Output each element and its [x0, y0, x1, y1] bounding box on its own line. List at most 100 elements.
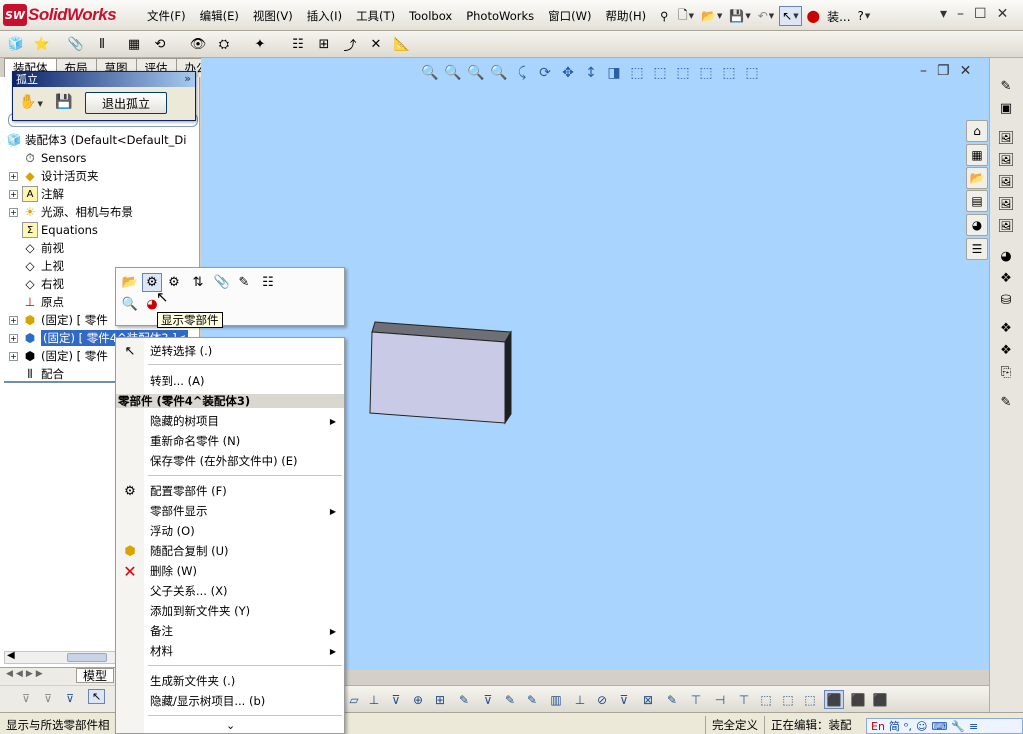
- menu-save-part[interactable]: 保存零件 (在外部文件中) (E): [116, 451, 344, 471]
- expand-icon[interactable]: +: [9, 189, 18, 199]
- part-3d-box[interactable]: [369, 320, 517, 428]
- tree-item-top-plane[interactable]: ◇ 上视: [0, 257, 64, 275]
- front-view-icon[interactable]: ⬚: [627, 63, 647, 83]
- paperclip-icon[interactable]: 📎: [66, 35, 86, 54]
- tool-3-icon[interactable]: ⊽: [386, 690, 406, 709]
- exit-isolate-button[interactable]: 退出孤立: [85, 92, 167, 114]
- scroll-left-icon[interactable]: ◀: [7, 650, 15, 661]
- right-view-icon[interactable]: ⬚: [696, 63, 716, 83]
- tool-16-icon[interactable]: ⊤: [686, 690, 706, 709]
- menu-file[interactable]: 文件(F): [140, 6, 193, 26]
- properties-icon[interactable]: ☷: [258, 273, 278, 292]
- menu-arrow-icon[interactable]: ▾: [940, 6, 947, 22]
- menu-copy-with-mates[interactable]: ⬢ 随配合复制 (U): [116, 541, 344, 561]
- tree-item-design-binder[interactable]: + ◆ 设计活页夹: [0, 167, 99, 185]
- menu-add-to-new-folder[interactable]: 添加到新文件夹 (Y): [116, 601, 344, 621]
- design-library-icon[interactable]: ▦: [966, 144, 988, 166]
- menu-view[interactable]: 视图(V): [246, 6, 300, 26]
- menu-toolbox[interactable]: Toolbox: [402, 6, 459, 26]
- pin-icon[interactable]: ⚲: [653, 6, 675, 26]
- assembly-features-icon[interactable]: ⛭: [214, 35, 234, 54]
- filter-icon[interactable]: ⊽: [22, 692, 30, 705]
- scene-4-icon[interactable]: 🖼: [995, 194, 1017, 214]
- shaded-icon[interactable]: ⬛: [848, 690, 868, 709]
- zoom-to-fit-icon[interactable]: 🔍: [420, 63, 440, 83]
- ime-simplified[interactable]: 简: [889, 718, 900, 734]
- tree-item-equations[interactable]: Σ Equations: [0, 221, 98, 239]
- menu-component-display[interactable]: 零部件显示 ▶: [116, 501, 344, 521]
- filter-toggle-icon[interactable]: ⊽: [44, 692, 52, 705]
- bottom-view-icon[interactable]: ⬚: [742, 63, 762, 83]
- rebuild-button[interactable]: ⬤: [805, 6, 822, 26]
- scroll-thumb[interactable]: [67, 653, 107, 662]
- measure-icon[interactable]: 📐: [392, 35, 412, 54]
- menu-expand-arrow[interactable]: ⌄: [226, 719, 235, 732]
- undo-button[interactable]: ↶ ▼: [756, 6, 776, 26]
- tool-18-icon[interactable]: ⊤: [734, 690, 754, 709]
- shaded-active-icon[interactable]: ⬛: [824, 690, 844, 709]
- scene-icon[interactable]: 🖼: [995, 128, 1017, 148]
- expand-icon[interactable]: +: [9, 333, 18, 343]
- tree-item-part-3[interactable]: + ⬢ (固定) [ 零件: [0, 347, 108, 365]
- tool-10-icon[interactable]: ▥: [546, 690, 566, 709]
- box-view-3-icon[interactable]: ⬚: [800, 690, 820, 709]
- insert-component-icon[interactable]: 🧊: [6, 35, 26, 54]
- ime-en[interactable]: En: [871, 720, 885, 733]
- render-icon[interactable]: 🖼: [995, 216, 1017, 236]
- zoom-to-area-icon[interactable]: 🔍: [443, 63, 463, 83]
- tab-model[interactable]: 模型: [76, 668, 115, 683]
- explode-line-icon[interactable]: ⤴: [340, 35, 360, 54]
- doc-restore-icon[interactable]: ❐: [937, 63, 950, 79]
- ime-menu-icon[interactable]: ≡: [969, 720, 978, 733]
- ime-smiley-icon[interactable]: ☺: [916, 720, 927, 733]
- select-edge-icon[interactable]: ⤹: [512, 63, 532, 83]
- tool-9-icon[interactable]: ✎: [522, 690, 542, 709]
- zoom-in-out-icon[interactable]: 🔍: [466, 63, 486, 83]
- roll-view-icon[interactable]: ↕: [581, 63, 601, 83]
- shaded-edges-icon[interactable]: ⬛: [870, 690, 890, 709]
- menu-window[interactable]: 窗口(W): [541, 6, 598, 26]
- scene-2-icon[interactable]: 🖼: [995, 150, 1017, 170]
- tool-12-icon[interactable]: ⊘: [592, 690, 612, 709]
- menu-insert[interactable]: 插入(I): [300, 6, 349, 26]
- search-commands[interactable]: 装...: [825, 6, 852, 26]
- menu-create-new-folder[interactable]: 生成新文件夹 (.): [116, 671, 344, 691]
- mate-icon[interactable]: ⫴: [92, 35, 112, 54]
- tree-item-part-1[interactable]: + ⬢ (固定) [ 零件: [0, 311, 108, 329]
- menu-hidden-tree-items[interactable]: 隐藏的树项目 ▶: [116, 411, 344, 431]
- back-view-icon[interactable]: ⬚: [650, 63, 670, 83]
- edit-appearance-icon[interactable]: ✎: [995, 76, 1017, 96]
- save-button[interactable]: 💾 ▼: [727, 6, 752, 26]
- view-orientation-icon[interactable]: ◨: [604, 63, 624, 83]
- expand-icon[interactable]: +: [9, 207, 18, 217]
- custom-properties-icon[interactable]: ☰: [966, 238, 988, 260]
- ime-keyboard-icon[interactable]: ⌨: [931, 720, 947, 733]
- menu-material[interactable]: 材料 ▶: [116, 641, 344, 661]
- expand-icon[interactable]: +: [9, 315, 18, 325]
- tool-17-icon[interactable]: ⊣: [710, 690, 730, 709]
- tool-7-icon[interactable]: ⊽: [478, 690, 498, 709]
- scene-3-icon[interactable]: 🖼: [995, 172, 1017, 192]
- save-icon[interactable]: 💾: [55, 94, 72, 110]
- display-pane-icon[interactable]: ▣: [995, 98, 1017, 118]
- tool-8-icon[interactable]: ✎: [500, 690, 520, 709]
- tree-item-lights-cameras[interactable]: + ☀ 光源、相机与布景: [0, 203, 133, 221]
- new-part-icon[interactable]: ⭐: [32, 35, 52, 54]
- tool-2-icon[interactable]: ⊥: [364, 690, 384, 709]
- left-view-icon[interactable]: ⬚: [673, 63, 693, 83]
- tool-1-icon[interactable]: ▱: [344, 690, 364, 709]
- expand-icon[interactable]: +: [9, 351, 18, 361]
- menu-parent-child[interactable]: 父子关系... (X): [116, 581, 344, 601]
- reference-geometry-icon[interactable]: ✦: [250, 35, 270, 54]
- menu-delete[interactable]: ✕ 删除 (W): [116, 561, 344, 581]
- doc-minimize-icon[interactable]: –: [920, 63, 927, 79]
- zoom-to-selection-icon[interactable]: 🔍: [489, 63, 509, 83]
- menu-photoworks[interactable]: PhotoWorks: [459, 6, 541, 26]
- open-button[interactable]: 📂 ▼: [699, 6, 724, 26]
- colors-2-icon[interactable]: ❖: [995, 340, 1017, 360]
- tool-13-icon[interactable]: ⊽: [614, 690, 634, 709]
- maximize-icon[interactable]: ☐: [974, 6, 987, 22]
- select-button[interactable]: ↖ ▼: [779, 6, 802, 26]
- menu-help[interactable]: 帮助(H): [598, 6, 653, 26]
- menu-invert-selection[interactable]: ↖ 逆转选择 (.): [116, 341, 344, 361]
